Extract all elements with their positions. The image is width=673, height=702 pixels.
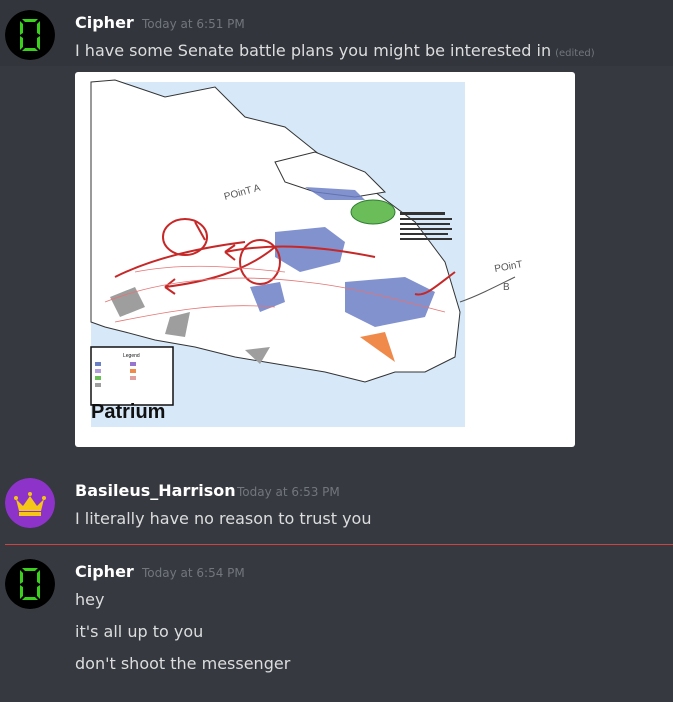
author-avatar[interactable]	[5, 559, 55, 609]
message-timestamp: Today at 6:54 PM	[142, 566, 245, 580]
message-group-3: Cipher Today at 6:54 PM hey it's all up …	[0, 0, 673, 702]
message-text: hey	[75, 590, 105, 609]
message-text: don't shoot the messenger	[75, 654, 291, 673]
seven-segment-zero-avatar-icon	[5, 559, 55, 609]
author-name[interactable]: Cipher	[75, 562, 134, 581]
message-text: it's all up to you	[75, 622, 204, 641]
